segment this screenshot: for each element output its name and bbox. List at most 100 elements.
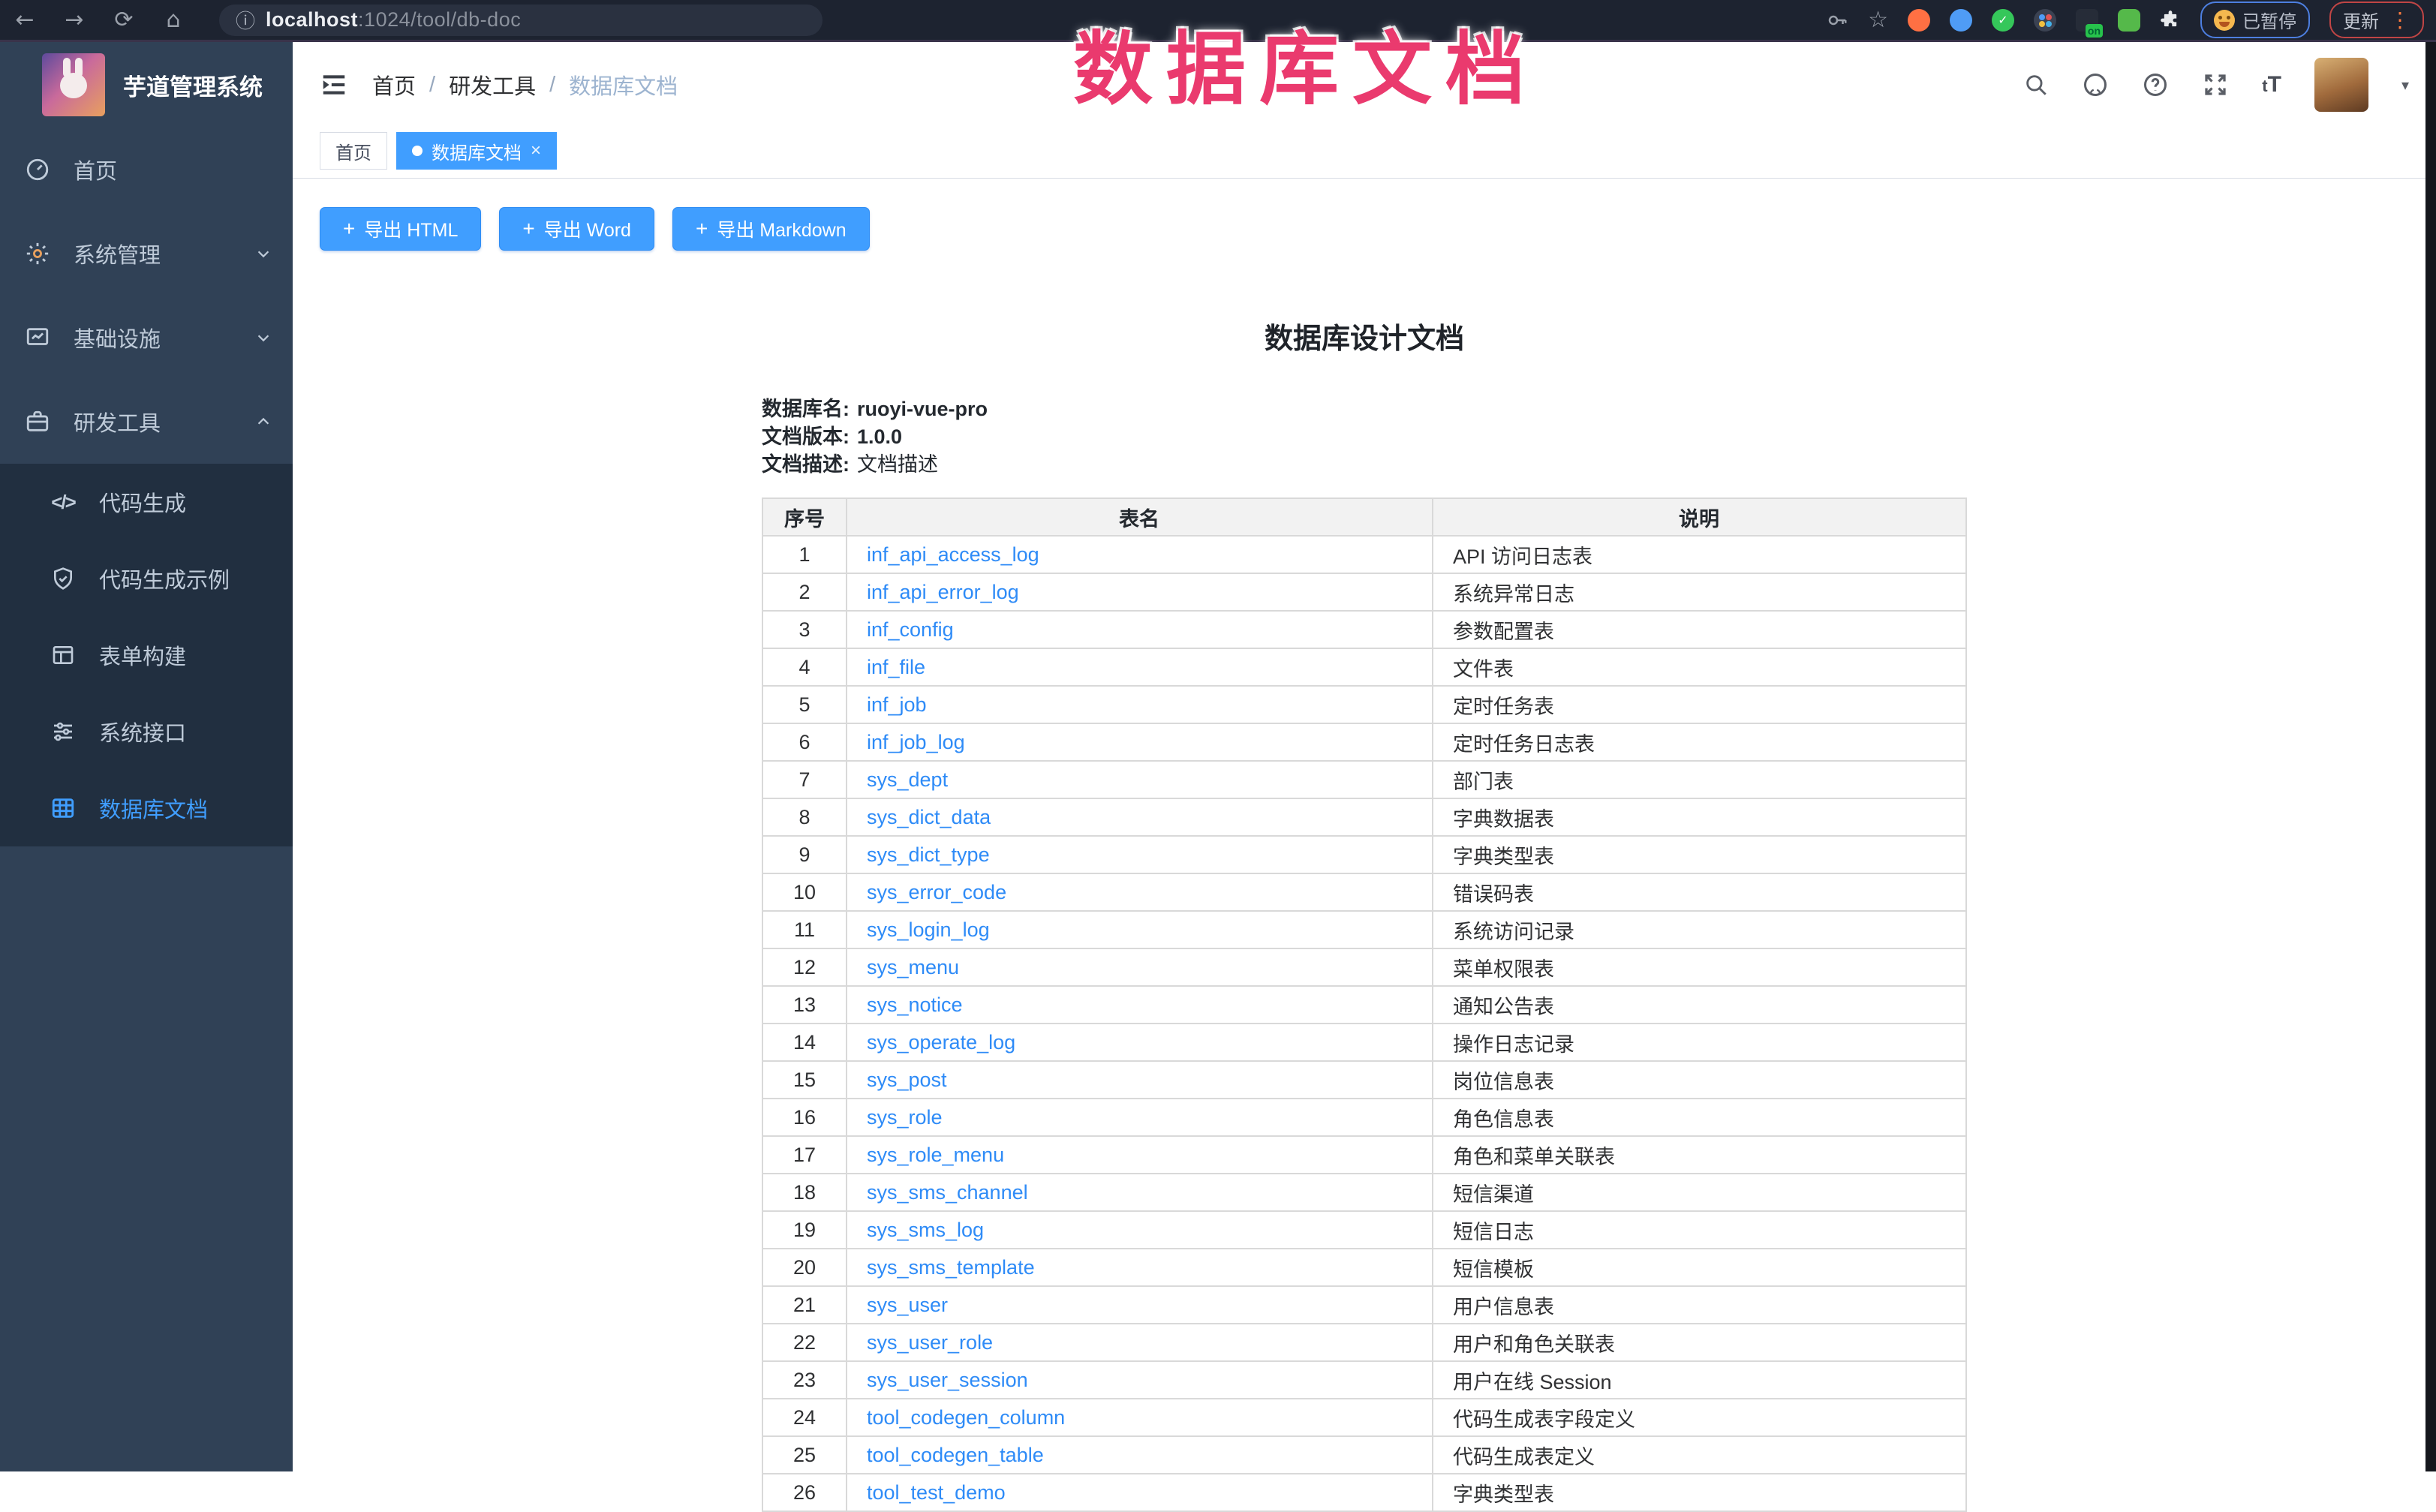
table-row: 25tool_codegen_table代码生成表定义 (762, 1436, 1966, 1474)
app-logo (42, 53, 105, 116)
table-name-link[interactable]: inf_api_access_log (867, 543, 1039, 566)
info-doc-desc: 文档描述:文档描述 (762, 451, 1967, 478)
table-name-link[interactable]: inf_file (867, 656, 925, 678)
paused-badge[interactable]: 已暂停 (2200, 2, 2310, 38)
bookmark-star-icon[interactable]: ☆ (1868, 7, 1888, 33)
sidebar-collapse-icon[interactable] (320, 71, 348, 99)
table-name-link[interactable]: sys_dept (867, 768, 948, 791)
chevron-down-icon (255, 329, 272, 346)
table-name-link[interactable]: sys_role (867, 1106, 943, 1129)
table-header-row: 序号 表名 说明 (762, 498, 1966, 536)
row-index: 5 (762, 686, 847, 723)
gear-icon (24, 240, 51, 267)
row-table-name: inf_job_log (847, 723, 1433, 761)
search-icon[interactable] (2023, 72, 2049, 98)
table-name-link[interactable]: sys_dict_type (867, 843, 990, 866)
extension-icon-green-check[interactable]: ✓ (1992, 9, 2014, 32)
breadcrumb-home[interactable]: 首页 (372, 69, 416, 101)
row-description: 系统访问记录 (1433, 911, 1966, 948)
table-name-link[interactable]: tool_codegen_column (867, 1406, 1065, 1429)
row-index: 1 (762, 536, 847, 573)
document-info: 数据库名:ruoyi-vue-pro 文档版本:1.0.0 文档描述:文档描述 (762, 395, 1967, 478)
table-name-link[interactable]: sys_login_log (867, 918, 990, 941)
table-name-link[interactable]: sys_user_session (867, 1369, 1028, 1391)
reload-icon[interactable]: ⟳ (99, 7, 149, 33)
extension-icon-blue[interactable] (1950, 9, 1972, 32)
export-toolbar: + 导出 HTML + 导出 Word + 导出 Markdown (293, 179, 2436, 251)
table-name-link[interactable]: sys_sms_log (867, 1219, 984, 1241)
table-name-link[interactable]: inf_config (867, 618, 954, 641)
address-bar[interactable]: ⓘ localhost:1024/tool/db-doc (219, 5, 823, 36)
avatar-dropdown-caret-icon[interactable]: ▾ (2401, 76, 2409, 94)
table-name-link[interactable]: sys_menu (867, 956, 959, 978)
export-markdown-button[interactable]: + 导出 Markdown (672, 207, 870, 251)
extension-icon-leaf[interactable] (2118, 9, 2140, 32)
table-name-link[interactable]: sys_notice (867, 993, 963, 1016)
row-description: 代码生成表定义 (1433, 1436, 1966, 1474)
home-icon[interactable]: ⌂ (149, 7, 198, 33)
window-scrollbar[interactable] (2425, 42, 2436, 1471)
row-description: 字典数据表 (1433, 798, 1966, 836)
extension-icon-on[interactable]: on (2076, 9, 2098, 32)
table-name-link[interactable]: sys_dict_data (867, 806, 991, 828)
tag-home[interactable]: 首页 (320, 132, 387, 170)
back-icon[interactable]: ← (0, 7, 50, 33)
export-html-button[interactable]: + 导出 HTML (320, 207, 481, 251)
table-name-link[interactable]: inf_api_error_log (867, 581, 1019, 603)
tag-db-doc[interactable]: 数据库文档 × (396, 132, 557, 170)
table-name-link[interactable]: sys_user (867, 1294, 948, 1316)
col-header-index: 序号 (762, 498, 847, 536)
font-size-icon[interactable]: tT (2262, 72, 2281, 98)
export-word-button[interactable]: + 导出 Word (499, 207, 654, 251)
table-name-link[interactable]: tool_codegen_table (867, 1444, 1044, 1466)
sidebar-item-api[interactable]: 系统接口 (0, 693, 293, 770)
extension-icon-grid[interactable] (2034, 9, 2056, 32)
sidebar-item-form-builder[interactable]: 表单构建 (0, 617, 293, 693)
github-icon[interactable] (2082, 71, 2109, 98)
db-table-body: 1inf_api_access_logAPI 访问日志表2inf_api_err… (762, 536, 1966, 1511)
sidebar-item-home[interactable]: 首页 (0, 128, 293, 212)
row-index: 16 (762, 1099, 847, 1136)
table-name-link[interactable]: inf_job (867, 693, 927, 716)
sidebar-item-codegen[interactable]: </> 代码生成 (0, 464, 293, 540)
table-name-link[interactable]: sys_sms_channel (867, 1181, 1028, 1204)
key-icon[interactable] (1826, 9, 1848, 32)
table-name-link[interactable]: sys_post (867, 1069, 947, 1091)
row-index: 22 (762, 1324, 847, 1361)
sidebar-item-devtools[interactable]: 研发工具 (0, 380, 293, 464)
dashboard-icon (24, 156, 51, 183)
extension-icon-orange[interactable] (1908, 9, 1930, 32)
update-button[interactable]: 更新 ⋮ (2329, 2, 2424, 38)
table-name-link[interactable]: sys_sms_template (867, 1256, 1035, 1279)
help-icon[interactable] (2142, 71, 2169, 98)
row-table-name: sys_menu (847, 948, 1433, 986)
app-logo-row[interactable]: 芋道管理系统 (0, 42, 293, 128)
table-row: 11sys_login_log系统访问记录 (762, 911, 1966, 948)
devtools-submenu: </> 代码生成 代码生成示例 表单构建 系统接口 数据库文档 (0, 464, 293, 846)
puzzle-extensions-icon[interactable] (2160, 10, 2181, 31)
table-row: 3inf_config参数配置表 (762, 611, 1966, 648)
table-name-link[interactable]: sys_role_menu (867, 1144, 1004, 1166)
row-index: 18 (762, 1174, 847, 1211)
tags-view: 首页 数据库文档 × (293, 128, 2436, 179)
breadcrumb-devtools[interactable]: 研发工具 (449, 69, 536, 101)
browser-chrome: ← → ⟳ ⌂ ⓘ localhost:1024/tool/db-doc ☆ ✓… (0, 0, 2436, 42)
menu-dots-icon[interactable]: ⋮ (2389, 10, 2410, 31)
table-name-link[interactable]: inf_job_log (867, 731, 965, 753)
fullscreen-icon[interactable] (2202, 71, 2229, 98)
avatar[interactable] (2314, 58, 2368, 112)
row-index: 6 (762, 723, 847, 761)
sidebar-item-db-doc[interactable]: 数据库文档 (0, 770, 293, 846)
forward-icon[interactable]: → (50, 7, 99, 33)
table-name-link[interactable]: sys_error_code (867, 881, 1006, 903)
row-table-name: sys_user (847, 1286, 1433, 1324)
table-name-link[interactable]: sys_operate_log (867, 1031, 1015, 1054)
tag-close-icon[interactable]: × (531, 142, 541, 160)
table-name-link[interactable]: tool_test_demo (867, 1481, 1006, 1504)
sidebar-item-system[interactable]: 系统管理 (0, 212, 293, 296)
row-table-name: inf_file (847, 648, 1433, 686)
table-name-link[interactable]: sys_user_role (867, 1331, 993, 1354)
site-info-icon[interactable]: ⓘ (236, 6, 255, 34)
sidebar-item-infrastructure[interactable]: 基础设施 (0, 296, 293, 380)
sidebar-item-codegen-example[interactable]: 代码生成示例 (0, 540, 293, 617)
